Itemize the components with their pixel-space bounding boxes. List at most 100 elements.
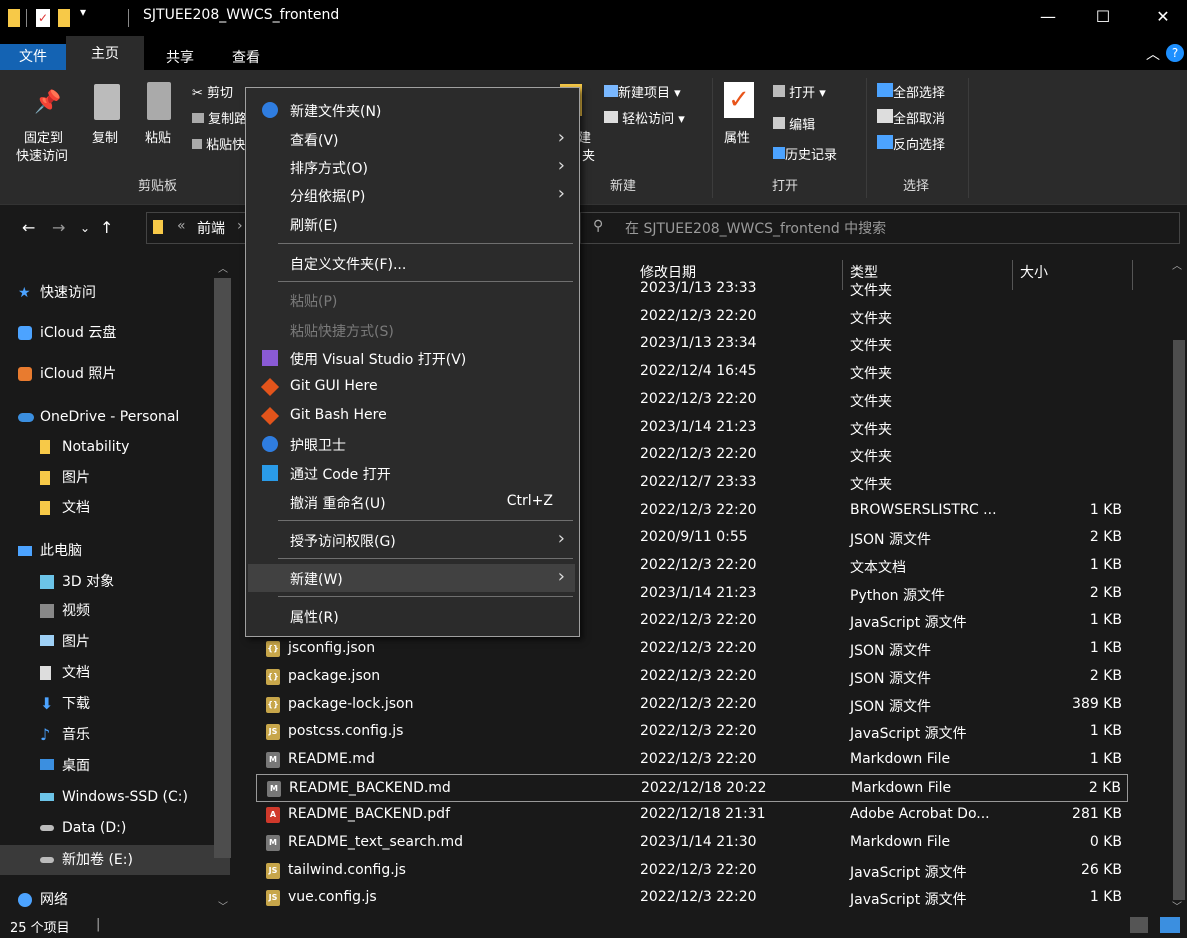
sidebar-item-documents[interactable]: 文档 bbox=[40, 494, 90, 522]
sidebar-item-documents-pc[interactable]: 文档 bbox=[40, 659, 90, 687]
table-row[interactable]: {} package.json 2022/12/3 22:20 JSON 源文件 2 K… bbox=[256, 663, 1128, 691]
copy-path-label: 复制路 bbox=[208, 112, 248, 127]
scroll-down-icon[interactable]: ﹀ bbox=[1172, 898, 1182, 913]
table-row[interactable]: JS postcss.config.js 2022/12/3 22:20 JavaSc… bbox=[256, 718, 1128, 746]
sidebar-item-quick-access[interactable]: ★ 快速访问 bbox=[18, 279, 96, 307]
pin-label-2[interactable]: 快速访问 bbox=[16, 145, 68, 164]
large-icons-view-icon[interactable] bbox=[1160, 917, 1180, 933]
tab-home[interactable]: 主页 bbox=[66, 36, 144, 70]
help-icon[interactable]: ? bbox=[1166, 44, 1184, 62]
search-box[interactable]: ⚲ 在 SJTUEE208_WWCS_frontend 中搜索 bbox=[580, 212, 1180, 244]
menu-item-grant-access[interactable]: 授予访问权限(G) › bbox=[248, 526, 575, 554]
table-row[interactable]: {} jsconfig.json 2022/12/3 22:20 JSON 源文件 1 … bbox=[256, 635, 1128, 663]
menu-item-group-by[interactable]: 分组依据(P) › bbox=[248, 181, 575, 209]
file-size: 2 KB bbox=[1089, 667, 1122, 684]
search-input[interactable]: 在 SJTUEE208_WWCS_frontend 中搜索 bbox=[625, 218, 886, 238]
menu-item-new[interactable]: 新建(W) › bbox=[248, 564, 575, 592]
file-type: JSON 源文件 bbox=[850, 698, 931, 715]
visual-studio-icon bbox=[262, 350, 278, 366]
select-all-icon bbox=[877, 83, 893, 97]
sidebar-item-music[interactable]: ♪ 音乐 bbox=[40, 721, 90, 749]
sidebar-item-drive-d[interactable]: Data (D:) bbox=[40, 814, 126, 842]
table-row[interactable]: {} package-lock.json 2022/12/3 22:20 JSON 源… bbox=[256, 691, 1128, 719]
sidebar-item-drive-e[interactable]: 新加卷 (E:) bbox=[40, 846, 133, 874]
sidebar-item-notability[interactable]: Notability bbox=[40, 433, 129, 461]
properties-button[interactable]: 属性 bbox=[724, 127, 750, 146]
table-row[interactable]: M README_text_search.md 2023/1/14 21:30 Mar… bbox=[256, 829, 1128, 857]
customize-quick-access-icon[interactable]: ▾ bbox=[80, 5, 86, 23]
menu-item-undo-rename[interactable]: 撤消 重命名(U) Ctrl+Z bbox=[248, 488, 575, 516]
invert-selection-button[interactable]: 反向选择 bbox=[877, 134, 945, 153]
menu-item-customize-folder[interactable]: 自定义文件夹(F)... bbox=[248, 249, 575, 277]
sidebar-item-pictures-pc[interactable]: 图片 bbox=[40, 628, 90, 656]
maximize-button[interactable]: ☐ bbox=[1080, 0, 1126, 36]
details-view-icon[interactable] bbox=[1130, 917, 1148, 933]
new-folder-icon[interactable] bbox=[58, 9, 70, 27]
back-arrow-icon[interactable]: ← bbox=[22, 218, 35, 237]
copy-button[interactable]: 复制 bbox=[92, 127, 118, 146]
menu-item-view[interactable]: 查看(V) › bbox=[248, 125, 575, 153]
column-divider[interactable] bbox=[1132, 260, 1133, 290]
scroll-up-icon[interactable]: ︿ bbox=[218, 260, 228, 275]
cut-button[interactable]: ✂ 剪切 bbox=[192, 82, 233, 101]
tab-view[interactable]: 查看 bbox=[232, 47, 260, 67]
menu-item-properties[interactable]: 属性(R) bbox=[248, 602, 575, 630]
open-button[interactable]: 打开 ▾ bbox=[773, 82, 826, 101]
sidebar-item-3d-objects[interactable]: 3D 对象 bbox=[40, 568, 114, 596]
scroll-down-icon[interactable]: ﹀ bbox=[218, 898, 228, 913]
pin-label[interactable]: 固定到 bbox=[24, 127, 63, 146]
menu-item-new-folder[interactable]: 新建文件夹(N) bbox=[248, 96, 575, 124]
file-list-scroll-thumb[interactable] bbox=[1173, 340, 1185, 900]
table-row[interactable]: JS tailwind.config.js 2022/12/3 22:20 JavaS… bbox=[256, 857, 1128, 885]
new-folder-partial-label-2[interactable]: 夹 bbox=[582, 145, 595, 164]
sidebar-item-this-pc[interactable]: 此电脑 bbox=[18, 537, 82, 565]
easy-access-button[interactable]: 轻松访问 ▾ bbox=[604, 108, 685, 127]
menu-item-open-vscode[interactable]: 通过 Code 打开 bbox=[248, 459, 575, 487]
forward-arrow-icon[interactable]: → bbox=[52, 218, 65, 237]
select-none-button[interactable]: 全部取消 bbox=[877, 108, 945, 127]
sidebar-item-network[interactable]: 网络 bbox=[18, 886, 68, 914]
close-button[interactable]: ✕ bbox=[1140, 0, 1186, 36]
paste-shortcut-button[interactable]: 粘贴快 bbox=[192, 134, 245, 153]
sidebar-item-desktop[interactable]: 桌面 bbox=[40, 752, 90, 780]
scroll-up-icon[interactable]: ︿ bbox=[1172, 257, 1182, 272]
paste-button[interactable]: 粘贴 bbox=[145, 127, 171, 146]
menu-item-git-bash[interactable]: Git Bash Here bbox=[248, 402, 575, 430]
file-size: 1 KB bbox=[1089, 501, 1122, 518]
collapse-ribbon-icon[interactable]: ︿ bbox=[1146, 44, 1160, 64]
sidebar-item-label: 网络 bbox=[40, 892, 68, 908]
sidebar-item-downloads[interactable]: ⬇ 下载 bbox=[40, 690, 90, 718]
breadcrumb-overflow[interactable]: « bbox=[177, 218, 186, 234]
tab-share[interactable]: 共享 bbox=[166, 47, 194, 67]
properties-check-icon[interactable]: ✓ bbox=[36, 9, 50, 27]
table-row[interactable]: A README_BACKEND.pdf 2022/12/18 21:31 Adobe… bbox=[256, 801, 1128, 829]
menu-item-refresh[interactable]: 刷新(E) bbox=[248, 210, 575, 238]
edit-button[interactable]: 编辑 bbox=[773, 114, 815, 133]
sidebar-item-icloud-photos[interactable]: iCloud 照片 bbox=[18, 360, 116, 388]
sidebar-item-videos[interactable]: 视频 bbox=[40, 597, 90, 625]
breadcrumb-item[interactable]: 前端 bbox=[197, 218, 225, 238]
menu-item-open-visual-studio[interactable]: 使用 Visual Studio 打开(V) bbox=[248, 344, 575, 372]
select-all-button[interactable]: 全部选择 bbox=[877, 82, 945, 101]
sidebar-item-onedrive[interactable]: OneDrive - Personal bbox=[18, 403, 179, 431]
sidebar-scrollbar[interactable] bbox=[214, 278, 231, 858]
recent-locations-chevron-icon[interactable]: ⌄ bbox=[80, 221, 90, 235]
sidebar-item-pictures[interactable]: 图片 bbox=[40, 464, 90, 492]
history-button[interactable]: 历史记录 bbox=[773, 144, 837, 163]
menu-item-sort[interactable]: 排序方式(O) › bbox=[248, 153, 575, 181]
menu-item-eye-guard[interactable]: 护眼卫士 bbox=[248, 430, 575, 458]
table-row[interactable]: JS vue.config.js 2022/12/3 22:20 JavaScript… bbox=[256, 884, 1128, 912]
tab-file[interactable]: 文件 bbox=[0, 44, 66, 70]
file-size: 1 KB bbox=[1089, 723, 1122, 740]
copy-path-button[interactable]: 复制路 bbox=[192, 108, 247, 127]
minimize-button[interactable]: — bbox=[1025, 0, 1071, 36]
sidebar-item-drive-c[interactable]: Windows-SSD (C:) bbox=[40, 783, 188, 811]
sidebar-item-icloud-drive[interactable]: iCloud 云盘 bbox=[18, 319, 116, 347]
up-arrow-icon[interactable]: ↑ bbox=[100, 218, 113, 237]
menu-item-git-gui[interactable]: Git GUI Here bbox=[248, 373, 575, 401]
easy-access-label: 轻松访问 bbox=[622, 112, 675, 127]
table-row[interactable]: M README_BACKEND.md 2022/12/18 20:22 Markdo… bbox=[256, 773, 1128, 802]
table-row[interactable]: M README.md 2022/12/3 22:20 Markdown File 1 … bbox=[256, 746, 1128, 774]
new-item-button[interactable]: 新建项目 ▾ bbox=[604, 82, 681, 101]
sidebar-item-label: 新加卷 (E:) bbox=[62, 852, 133, 868]
